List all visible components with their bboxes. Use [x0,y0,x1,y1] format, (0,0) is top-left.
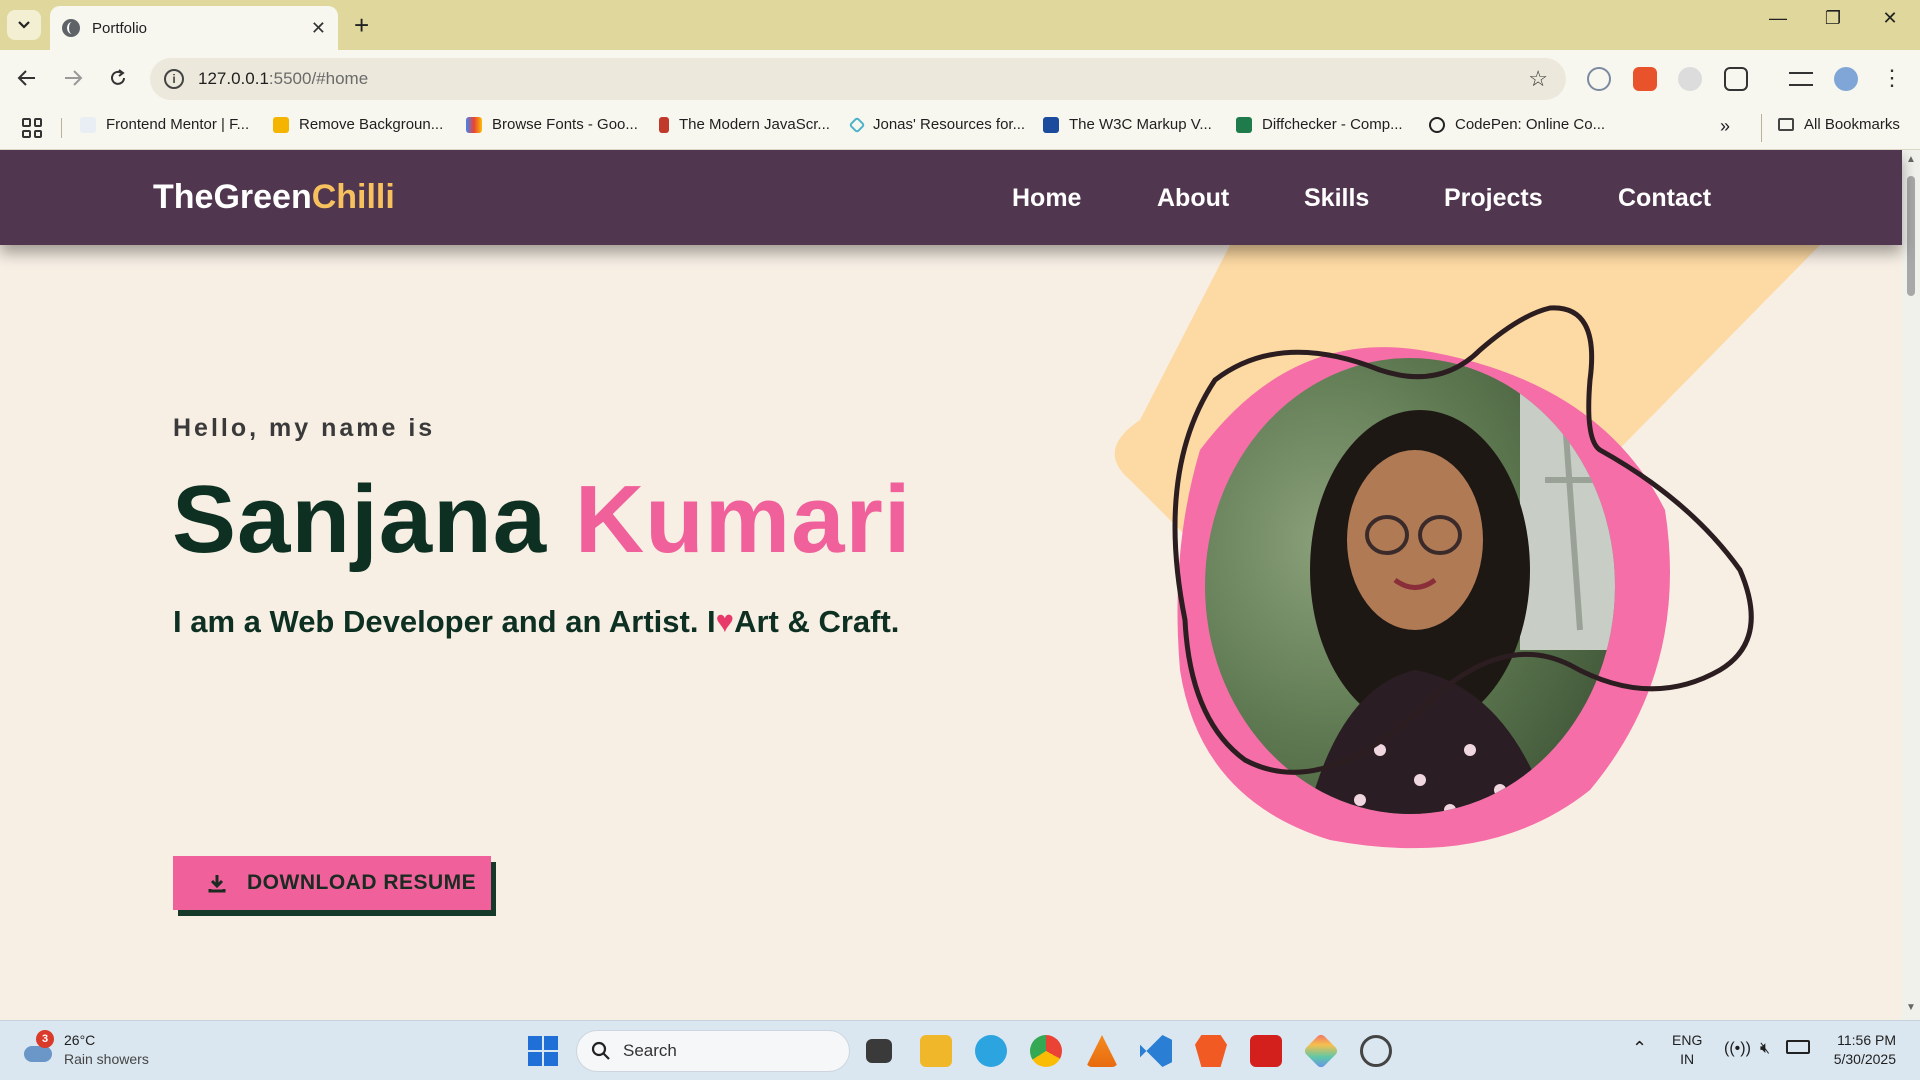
search-icon [591,1041,610,1060]
language-indicator[interactable]: ENG IN [1672,1031,1702,1069]
gemini-app-icon[interactable] [1302,1032,1340,1070]
brave-icon[interactable] [1195,1035,1227,1067]
tab-search-button[interactable] [7,10,41,40]
diamond-icon [848,116,866,133]
bookmarks-divider [61,118,62,138]
close-tab-icon[interactable]: ✕ [311,18,326,39]
clock[interactable]: 11:56 PM 5/30/2025 [1824,1031,1896,1069]
close-window-button[interactable]: ✕ [1870,8,1910,29]
site-header: TheGreenChilli Home About Skills Project… [0,150,1902,245]
scroll-thumb[interactable] [1907,176,1915,296]
shield-extension-icon[interactable] [1587,67,1611,91]
hero-name: Sanjana Kumari [172,466,912,573]
hero-tagline: I am a Web Developer and an Artist. I♥Ar… [173,604,900,639]
address-bar[interactable]: i 127.0.0.1:5500/#home ☆ [150,58,1566,100]
url-text: 127.0.0.1:5500/#home [198,69,369,88]
temperature: 26°C [64,1032,96,1048]
site-info-icon[interactable]: i [164,69,184,89]
vlc-icon[interactable] [1086,1035,1118,1067]
show-hidden-icons-chevron-icon[interactable]: ⌃ [1632,1039,1647,1058]
weather-widget[interactable]: 3 26°C Rain showers [22,1030,149,1069]
bookmark-item[interactable]: CodePen: Online Co... [1429,116,1605,133]
rain-cloud-icon: 3 [22,1030,54,1066]
codepen-icon [1429,116,1445,133]
reload-icon [111,69,125,85]
clock-app-icon[interactable] [1360,1035,1392,1067]
globe-icon [62,19,80,37]
acrobat-icon[interactable] [1250,1035,1282,1067]
folder-icon [1778,118,1794,131]
google-fonts-icon [466,116,482,133]
search-label: Search [623,1041,677,1060]
reload-button[interactable] [104,64,132,92]
weather-description: Rain showers [64,1051,149,1067]
bookmark-star-icon[interactable]: ☆ [1528,66,1548,92]
bookmark-item[interactable]: Jonas' Resources for... [848,116,1025,133]
download-resume-label: DOWNLOAD RESUME [247,871,477,894]
minimize-button[interactable]: — [1758,8,1798,29]
browser-tab-strip: Portfolio ✕ + — ❐ ✕ [0,0,1920,50]
browser-menu-icon[interactable]: ⋮ [1880,67,1904,91]
media-controls-icon[interactable] [1789,72,1813,86]
task-view-icon[interactable] [866,1039,892,1063]
restore-button[interactable]: ❐ [1813,8,1853,29]
browser-tab-active[interactable]: Portfolio ✕ [50,6,338,50]
bookmark-item[interactable]: Diffchecker - Comp... [1236,116,1403,133]
frontend-mentor-icon [80,116,96,133]
wifi-icon[interactable]: ((•)) [1724,1039,1751,1058]
site-logo[interactable]: TheGreenChilli [153,178,395,217]
windows-taskbar: 3 26°C Rain showers Search ⌃ ENG IN ((•))… [0,1020,1920,1080]
browser-toolbar: i 127.0.0.1:5500/#home ☆ ⋮ [0,50,1920,106]
taskbar-search[interactable]: Search [576,1030,850,1072]
download-resume-button[interactable]: DOWNLOAD RESUME [173,856,491,910]
nav-link-about[interactable]: About [1157,184,1229,213]
bookmarks-bar: Frontend Mentor | F... Remove Backgroun.… [0,106,1920,150]
download-icon [207,873,227,893]
heart-icon: ♥ [715,604,735,639]
file-explorer-icon[interactable] [920,1035,952,1067]
bookmark-item[interactable]: Frontend Mentor | F... [80,116,249,133]
arrow-right-icon [65,70,83,86]
nav-link-contact[interactable]: Contact [1618,184,1711,213]
bookmark-item[interactable]: The Modern JavaScr... [659,116,830,133]
bookmark-item[interactable]: The W3C Markup V... [1043,116,1212,133]
speaker-muted-icon[interactable]: 🔇︎ [1760,1039,1770,1058]
hero-greeting: Hello, my name is [173,414,436,442]
nav-link-home[interactable]: Home [1012,184,1081,213]
page-scrollbar[interactable]: ▲ ▼ [1902,150,1920,1020]
arrow-left-icon [17,70,35,86]
forward-button[interactable] [59,64,87,92]
chevron-down-icon [18,21,30,29]
portfolio-page: TheGreenChilli Home About Skills Project… [0,150,1920,1020]
weather-badge: 3 [36,1030,54,1048]
apps-grid-icon[interactable] [22,118,42,138]
tab-title: Portfolio [92,19,148,37]
javascript-info-icon [659,116,669,133]
remove-bg-icon [273,116,289,133]
puzzle-extensions-icon[interactable] [1724,67,1748,91]
bookmarks-divider [1761,114,1762,142]
back-button[interactable] [13,64,41,92]
diffchecker-icon [1236,116,1252,133]
battery-icon[interactable] [1786,1040,1810,1054]
bookmark-item[interactable]: Browse Fonts - Goo... [466,116,638,133]
windows-start-icon[interactable] [528,1036,558,1066]
bookmark-item[interactable]: Remove Backgroun... [273,116,443,133]
more-bookmarks-button[interactable]: » [1720,116,1730,137]
w3c-icon [1043,116,1059,133]
scroll-down-arrow-icon[interactable]: ▼ [1906,1002,1916,1013]
scroll-up-arrow-icon[interactable]: ▲ [1906,154,1916,165]
telegram-icon[interactable] [975,1035,1007,1067]
all-bookmarks-button[interactable]: All Bookmarks [1778,116,1900,133]
extension-icon[interactable] [1678,67,1702,91]
nav-link-skills[interactable]: Skills [1304,184,1369,213]
profile-avatar[interactable] [1834,67,1858,91]
new-tab-button[interactable]: + [354,10,369,40]
colorzilla-extension-icon[interactable] [1633,67,1657,91]
chrome-icon[interactable] [1030,1035,1062,1067]
nav-link-projects[interactable]: Projects [1444,184,1543,213]
vscode-icon[interactable] [1140,1035,1172,1067]
